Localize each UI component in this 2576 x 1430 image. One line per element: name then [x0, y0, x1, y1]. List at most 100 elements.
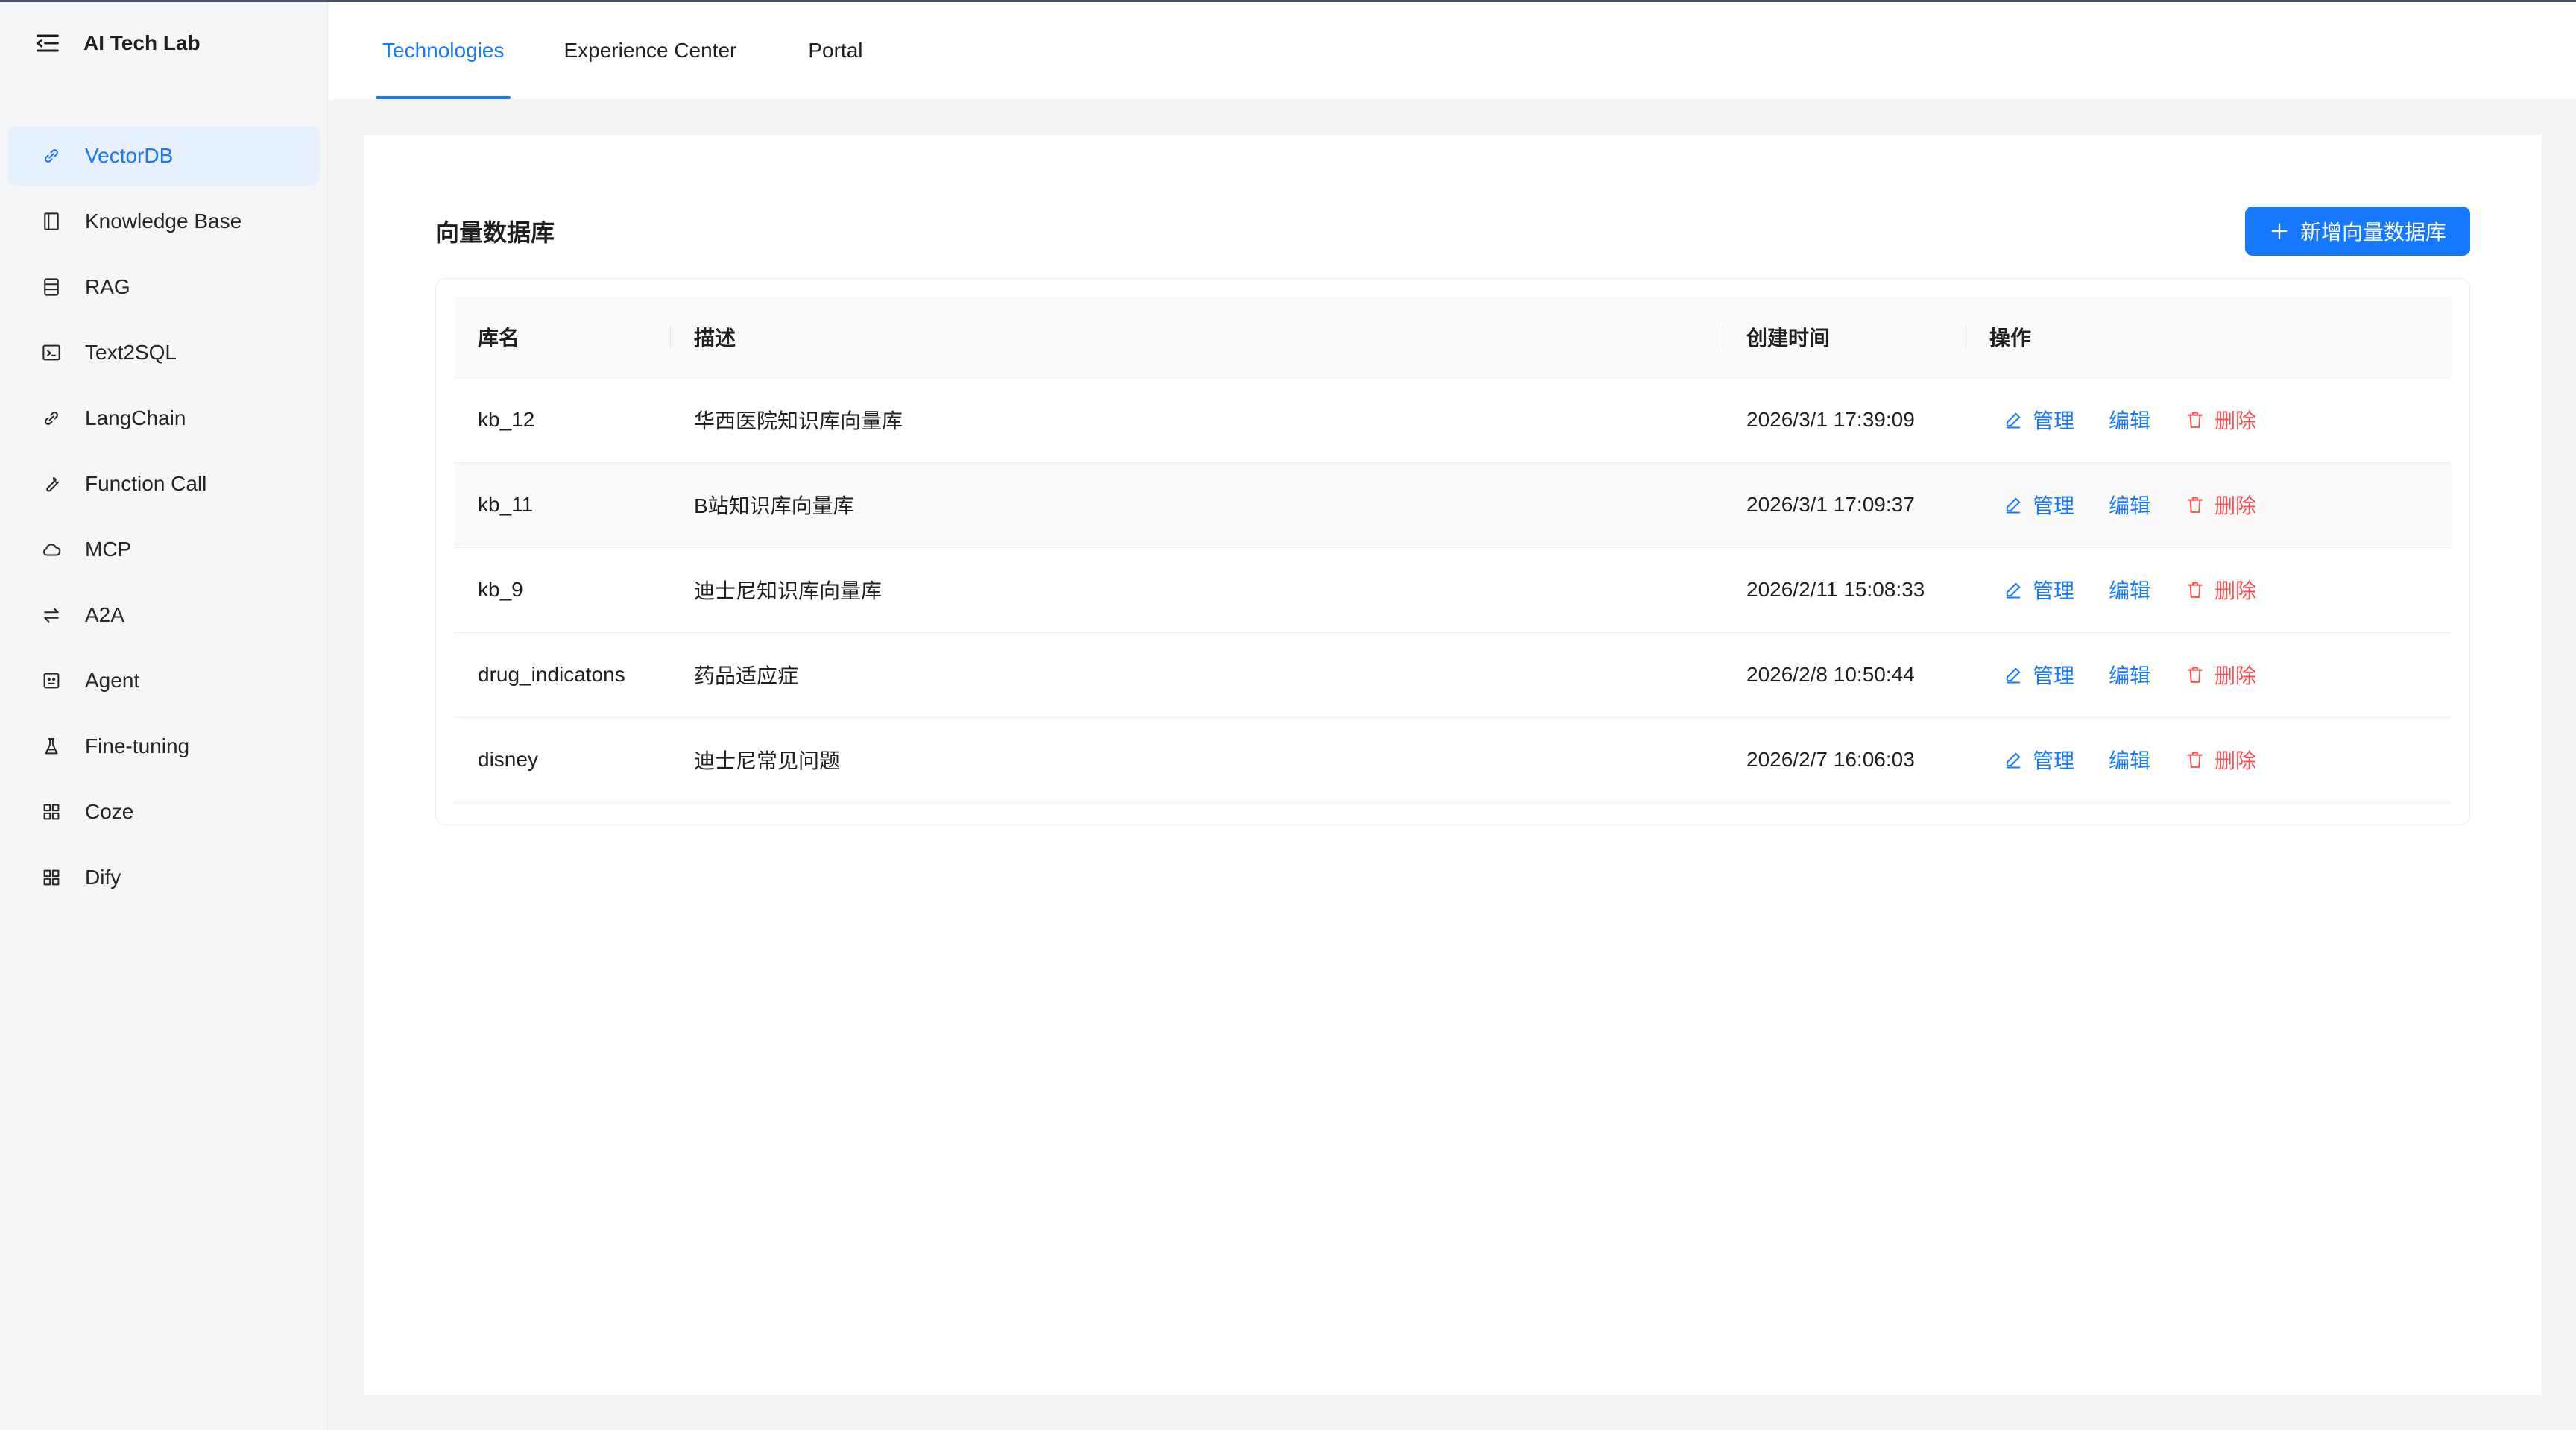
edit-button[interactable]: 编辑 — [2109, 660, 2150, 690]
row-actions: 管理 编辑 删除 — [1989, 405, 2452, 435]
sidebar-item-a2a[interactable]: A2A — [7, 585, 320, 645]
tab-experience-center[interactable]: Experience Center — [528, 2, 772, 99]
edit-icon — [2006, 667, 2021, 684]
sidebar-item-label: Fine-tuning — [85, 734, 190, 757]
cell-name: kb_9 — [454, 547, 670, 633]
manage-label: 管理 — [2033, 664, 2075, 687]
terminal-icon — [40, 341, 63, 364]
sidebar-item-vectordb[interactable]: VectorDB — [7, 126, 320, 186]
edit-label: 编辑 — [2109, 749, 2151, 772]
app-title: AI Tech Lab — [83, 31, 201, 54]
manage-button[interactable]: 管理 — [2003, 745, 2074, 775]
sidebar-item-agent[interactable]: Agent — [7, 651, 320, 711]
delete-label: 删除 — [2214, 579, 2257, 602]
wrench-icon — [40, 473, 63, 495]
tab-technologies[interactable]: Technologies — [329, 2, 528, 99]
edit-button[interactable]: 编辑 — [2109, 575, 2150, 605]
menu-fold-icon[interactable] — [33, 28, 63, 58]
app-root: AI Tech Lab VectorDB Knowledge Base RAG Tex… — [0, 0, 2576, 1430]
page-title: 向量数据库 — [435, 219, 555, 246]
manage-label: 管理 — [2033, 579, 2075, 602]
manage-label: 管理 — [2033, 494, 2075, 517]
sidebar-item-dify[interactable]: Dify — [7, 848, 320, 907]
sidebar-item-label: Agent — [85, 669, 140, 692]
sidebar: AI Tech Lab VectorDB Knowledge Base RAG Tex… — [0, 2, 328, 1430]
edit-button[interactable]: 编辑 — [2109, 405, 2150, 435]
sidebar-item-label: A2A — [85, 603, 124, 626]
table-row: disney 迪士尼常见问题 2026/2/7 16:06:03 管理 编辑 删除 — [454, 717, 2452, 803]
edit-button[interactable]: 编辑 — [2109, 490, 2150, 520]
manage-button[interactable]: 管理 — [2003, 575, 2074, 605]
sidebar-nav: VectorDB Knowledge Base RAG Text2SQL LangCha… — [0, 126, 327, 907]
sidebar-item-text2sql[interactable]: Text2SQL — [7, 323, 320, 382]
top-tabs: Technologies Experience Center Portal — [329, 2, 2576, 99]
column-header-actions: 操作 — [1966, 297, 2452, 378]
cell-description: 药品适应症 — [670, 632, 1723, 718]
cell-actions: 管理 编辑 删除 — [1966, 632, 2452, 718]
delete-label: 删除 — [2214, 749, 2257, 772]
sidebar-item-langchain[interactable]: LangChain — [7, 388, 320, 448]
swap-icon — [40, 604, 63, 626]
cell-name: drug_indicatons — [454, 632, 670, 718]
top-navigation: Technologies Experience Center Portal — [329, 2, 2576, 99]
delete-button[interactable]: 删除 — [2185, 405, 2256, 435]
delete-button[interactable]: 删除 — [2185, 745, 2256, 775]
delete-label: 删除 — [2214, 494, 2257, 517]
row-actions: 管理 编辑 删除 — [1989, 575, 2452, 605]
manage-button[interactable]: 管理 — [2003, 405, 2074, 435]
sidebar-item-knowledge-base[interactable]: Knowledge Base — [7, 192, 320, 251]
sidebar-item-coze[interactable]: Coze — [7, 782, 320, 842]
page-background-edge — [2542, 99, 2576, 1430]
edit-label: 编辑 — [2109, 409, 2151, 432]
column-header-created: 创建时间 — [1723, 297, 1966, 378]
sidebar-item-fine-tuning[interactable]: Fine-tuning — [7, 716, 320, 776]
brand: AI Tech Lab — [0, 2, 327, 84]
delete-button[interactable]: 删除 — [2185, 575, 2256, 605]
edit-label: 编辑 — [2109, 494, 2151, 517]
sidebar-item-label: Function Call — [85, 472, 207, 495]
delete-label: 删除 — [2214, 664, 2257, 687]
sidebar-item-label: Coze — [85, 800, 134, 823]
tab-portal[interactable]: Portal — [772, 2, 898, 99]
edit-icon — [2006, 412, 2021, 429]
add-vectordb-button[interactable]: 新增向量数据库 — [2244, 207, 2470, 256]
table-row: kb_11 B站知识库向量库 2026/3/1 17:09:37 管理 编辑 删除 — [454, 462, 2452, 548]
cell-actions: 管理 编辑 删除 — [1966, 547, 2452, 633]
cell-created: 2026/3/1 17:09:37 — [1723, 462, 1966, 548]
column-header-description: 描述 — [670, 297, 1723, 378]
delete-button[interactable]: 删除 — [2185, 490, 2256, 520]
trash-icon — [2188, 752, 2203, 768]
link-icon — [40, 145, 63, 167]
cell-description: B站知识库向量库 — [670, 462, 1723, 548]
manage-button[interactable]: 管理 — [2003, 660, 2074, 690]
cell-name: kb_12 — [454, 377, 670, 463]
edit-icon — [2006, 497, 2021, 514]
sidebar-item-label: Knowledge Base — [85, 210, 242, 233]
table-row: kb_12 华西医院知识库向量库 2026/3/1 17:39:09 管理 编辑 删除 — [454, 377, 2452, 463]
cell-actions: 管理 编辑 删除 — [1966, 717, 2452, 803]
table-row: drug_indicatons 药品适应症 2026/2/8 10:50:44 管理 编… — [454, 632, 2452, 718]
trash-icon — [2188, 667, 2203, 683]
sidebar-item-label: LangChain — [85, 406, 186, 429]
manage-label: 管理 — [2033, 749, 2075, 772]
cell-created: 2026/2/8 10:50:44 — [1723, 632, 1966, 718]
manage-button[interactable]: 管理 — [2003, 490, 2074, 520]
sidebar-item-rag[interactable]: RAG — [7, 257, 320, 317]
edit-button[interactable]: 编辑 — [2109, 745, 2150, 775]
row-actions: 管理 编辑 删除 — [1989, 490, 2452, 520]
cell-description: 华西医院知识库向量库 — [670, 377, 1723, 463]
manage-label: 管理 — [2033, 409, 2075, 432]
trash-icon — [2188, 497, 2203, 513]
sidebar-item-function-call[interactable]: Function Call — [7, 454, 320, 514]
delete-button[interactable]: 删除 — [2185, 660, 2256, 690]
table-row: kb_9 迪士尼知识库向量库 2026/2/11 15:08:33 管理 编辑 删除 — [454, 547, 2452, 633]
chain-icon — [40, 407, 63, 429]
edit-icon — [2006, 752, 2021, 769]
edit-label: 编辑 — [2109, 579, 2151, 602]
cell-actions: 管理 编辑 删除 — [1966, 377, 2452, 463]
vectordb-table: 库名 描述 创建时间 操作 kb_12 华西医院知识库向量库 2026/3/1 17… — [454, 297, 2452, 803]
flask-icon — [40, 735, 63, 757]
apps-icon — [40, 801, 63, 823]
sidebar-item-mcp[interactable]: MCP — [7, 520, 320, 579]
plus-icon — [2271, 223, 2288, 239]
